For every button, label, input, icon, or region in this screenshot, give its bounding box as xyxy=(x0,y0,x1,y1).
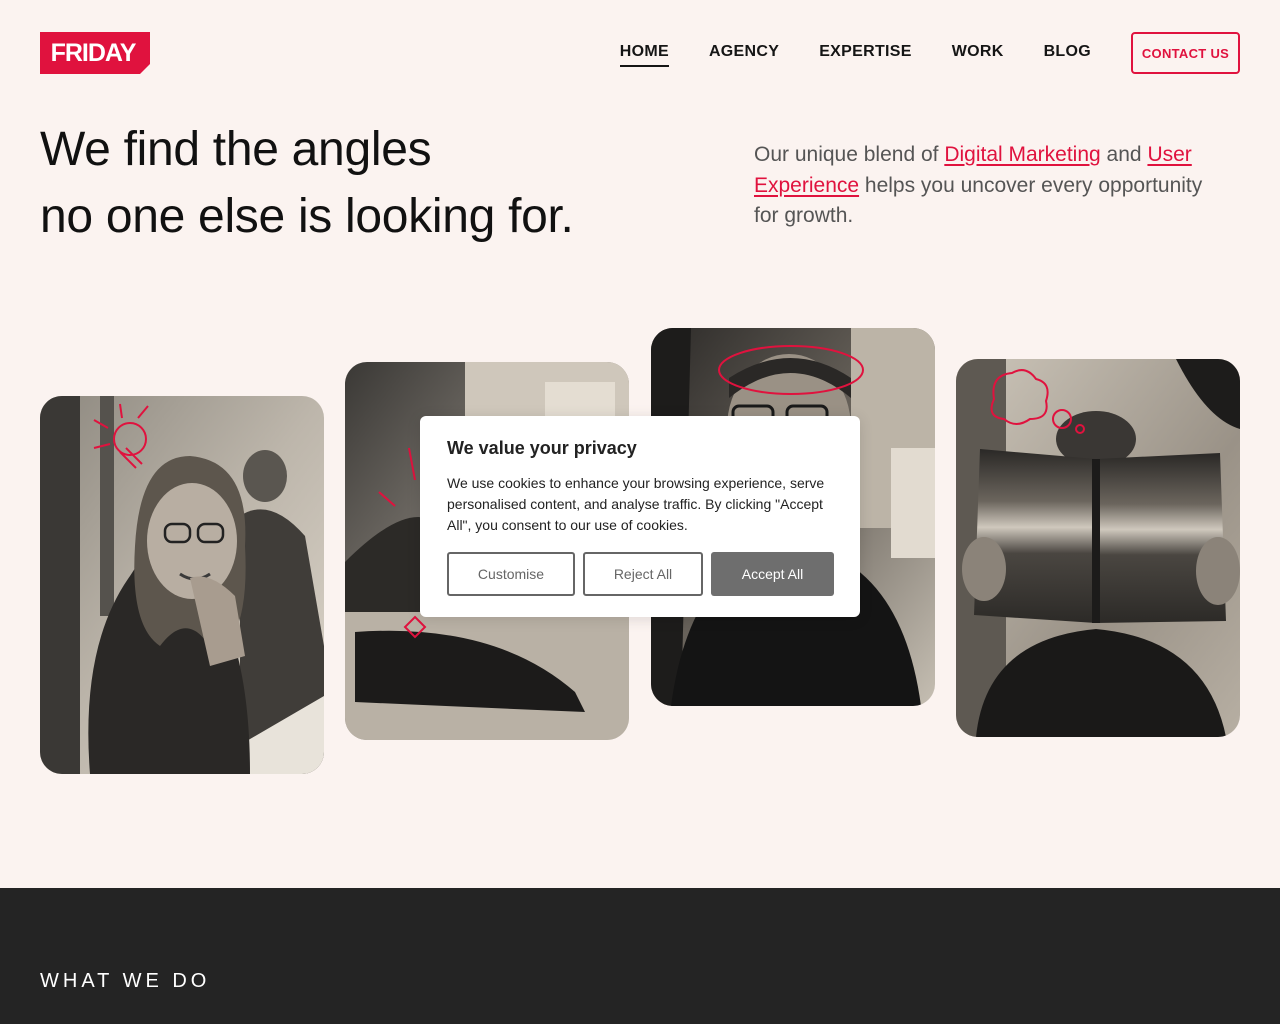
cookie-body: We use cookies to enhance your browsing … xyxy=(447,475,825,533)
headline-line-1: We find the angles xyxy=(40,123,432,176)
hero-intro: Our unique blend of Digital Marketing an… xyxy=(754,140,1224,232)
reject-all-button[interactable]: Reject All xyxy=(583,552,703,596)
friday-logo[interactable]: FRIDAY xyxy=(40,32,150,74)
accept-all-button[interactable]: Accept All xyxy=(711,552,834,596)
what-we-do-section: WHAT WE DO xyxy=(0,888,1280,1024)
nav-home[interactable]: HOME xyxy=(619,43,669,67)
section-title: WHAT WE DO xyxy=(40,970,211,992)
photo-person-reading xyxy=(956,359,1240,737)
customise-button[interactable]: Customise xyxy=(447,552,575,596)
nav-work[interactable]: WORK xyxy=(952,43,1004,67)
photo-card-reader xyxy=(956,359,1240,737)
cookie-actions: Customise Reject All Accept All xyxy=(447,552,834,596)
photo-card-woman xyxy=(40,396,324,774)
hero-headline: We find the angles no one else is lookin… xyxy=(40,116,574,250)
logo-text: FRIDAY xyxy=(50,38,137,67)
cookie-consent-dialog: We value your privacy We use cookies to … xyxy=(420,416,860,617)
contact-us-button[interactable]: CONTACT US xyxy=(1131,32,1240,74)
digital-marketing-link[interactable]: Digital Marketing xyxy=(944,143,1100,166)
headline-line-2: no one else is looking for. xyxy=(40,190,574,243)
nav-blog[interactable]: BLOG xyxy=(1044,43,1091,67)
main-nav: HOME AGENCY EXPERTISE WORK BLOG CONTACT … xyxy=(619,32,1240,74)
intro-text-2: and xyxy=(1100,143,1148,166)
intro-text-1: Our unique blend of xyxy=(754,143,945,166)
cookie-title: We value your privacy xyxy=(447,438,637,458)
nav-expertise[interactable]: EXPERTISE xyxy=(819,43,912,67)
photo-woman-smiling xyxy=(40,396,324,774)
nav-agency[interactable]: AGENCY xyxy=(709,43,779,67)
